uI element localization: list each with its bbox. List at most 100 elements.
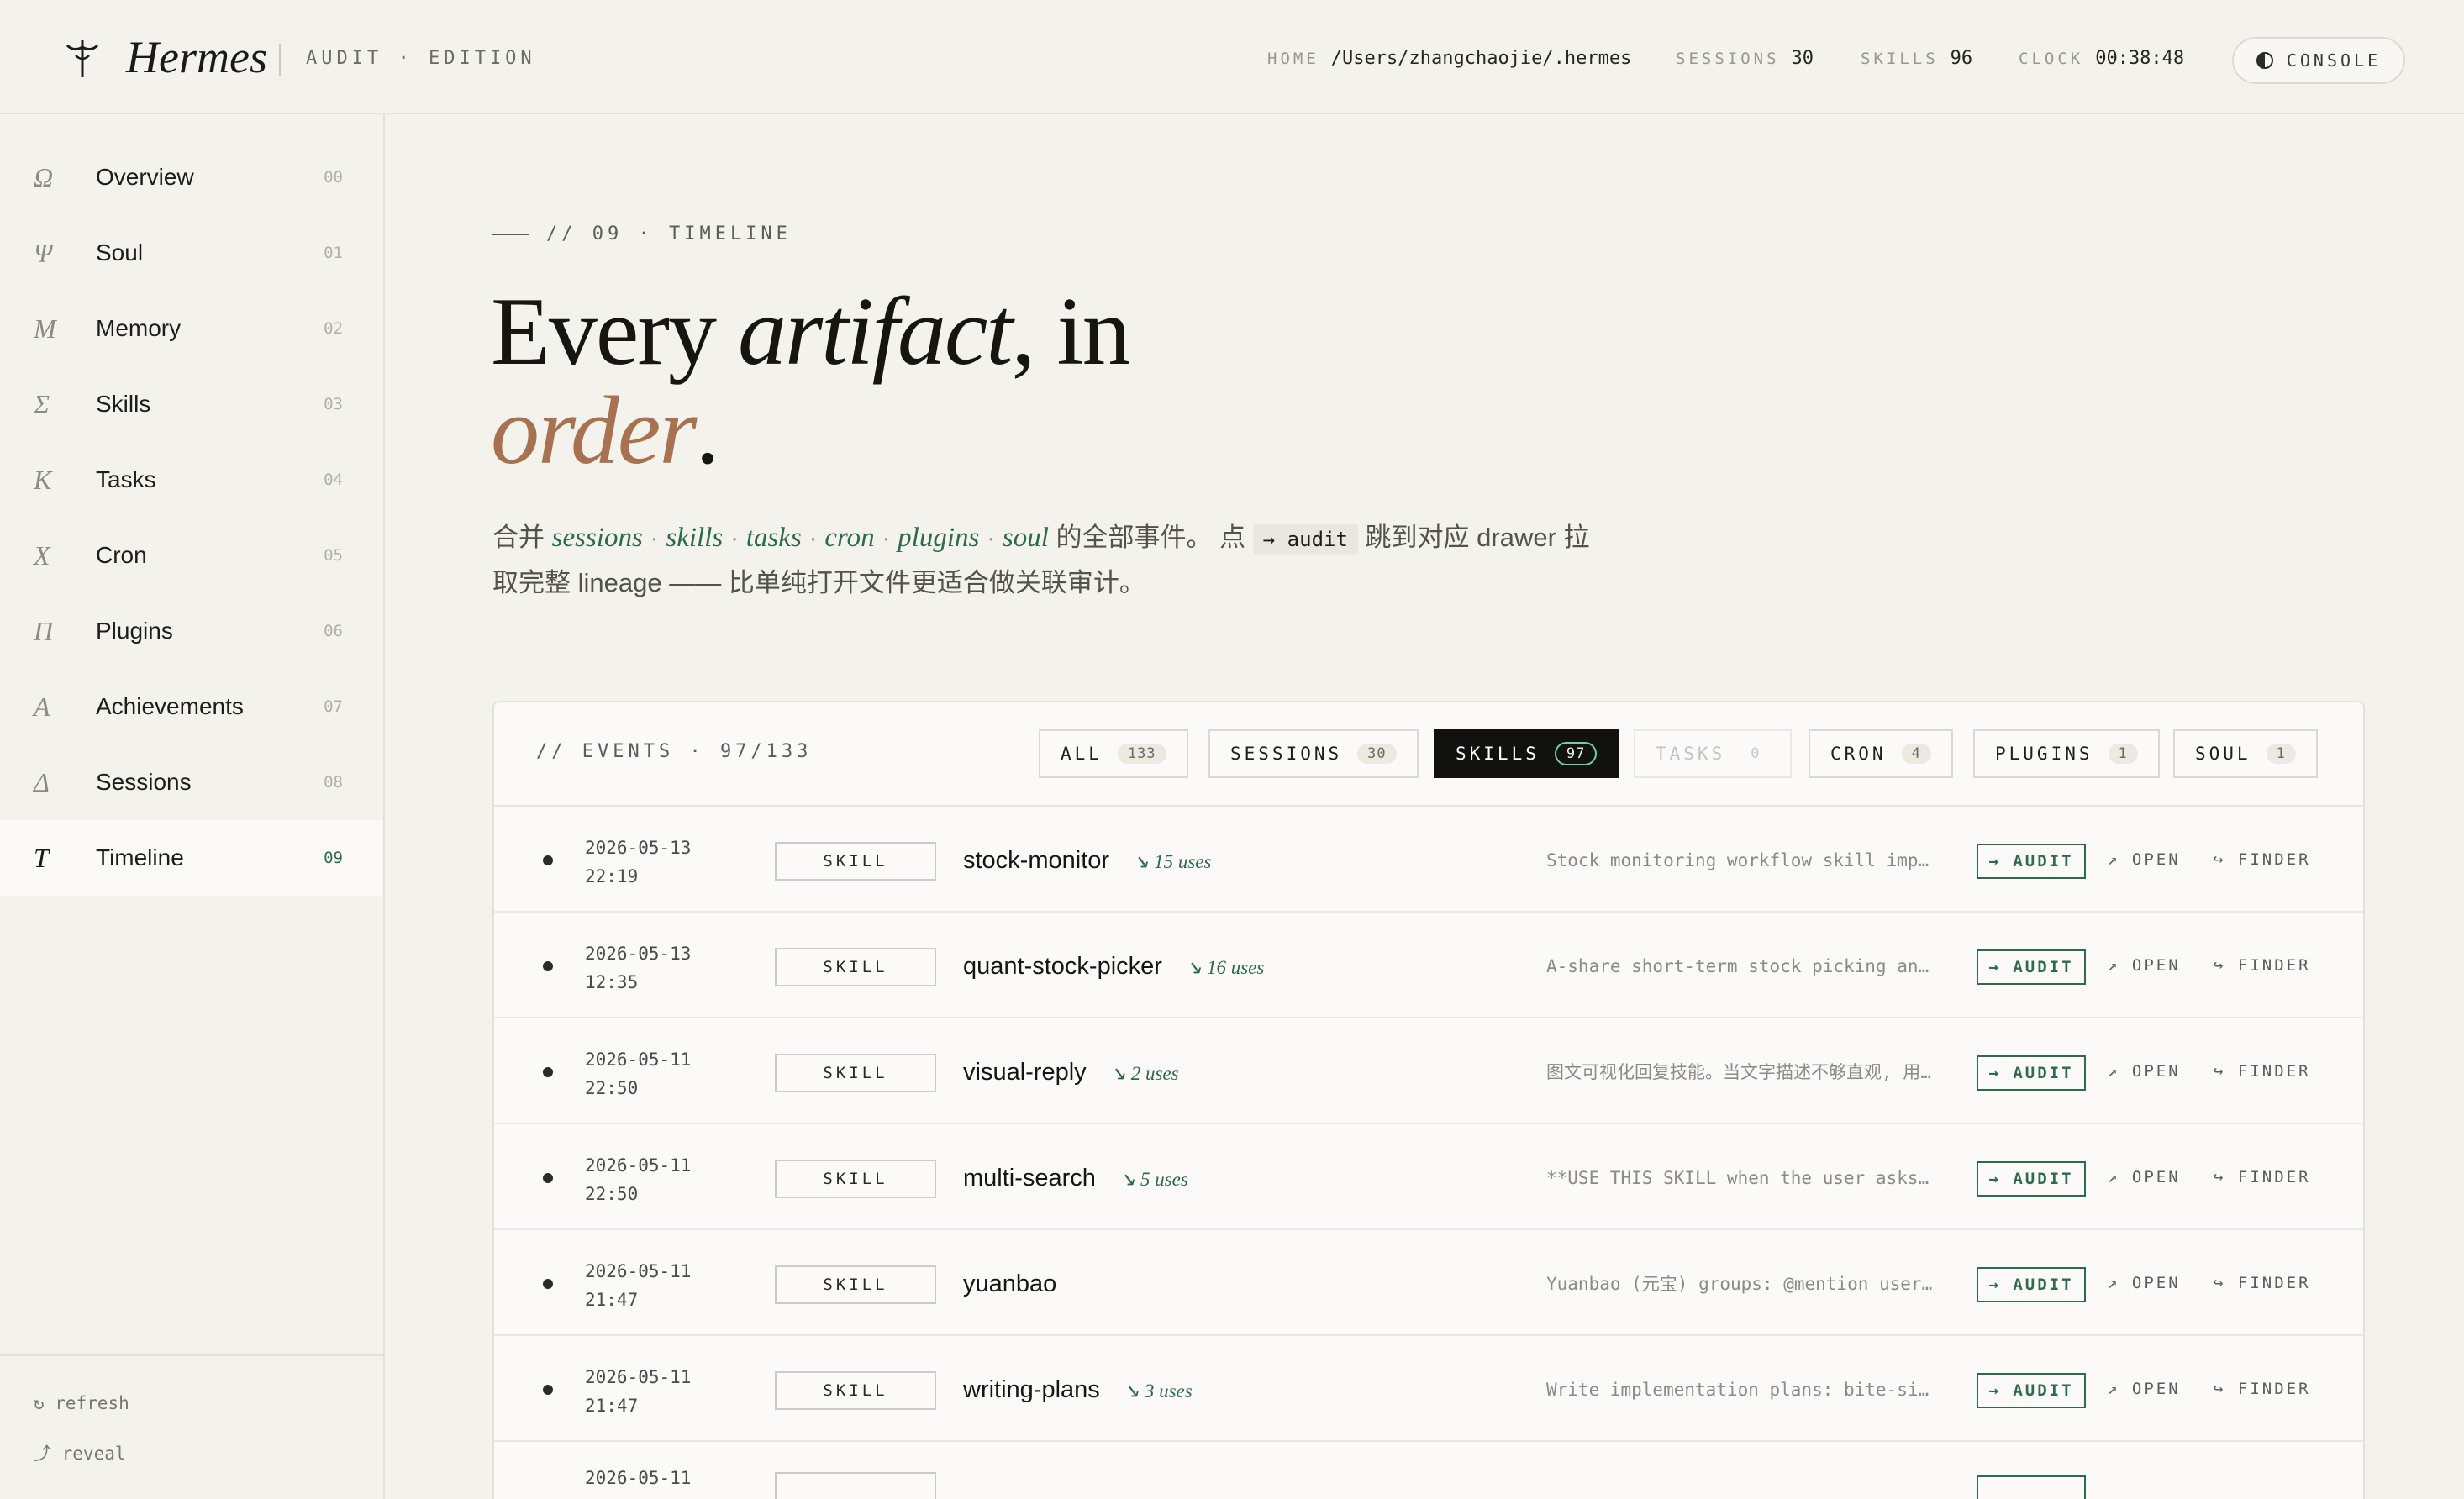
desc-keyword: skills <box>666 523 724 553</box>
event-datetime: 2026-05-11 22:50 <box>585 1151 736 1208</box>
event-row[interactable]: 2026-05-13 22:19 SKILL stock-monitor ↘ 15 … <box>494 807 2363 913</box>
audit-button[interactable]: → AUDIT <box>1977 949 2086 985</box>
sidebar-item-skills[interactable]: Σ Skills 03 <box>0 366 383 442</box>
sidebar-item-label: Cron <box>96 542 147 568</box>
event-date: 2026-05-11 <box>585 1261 692 1281</box>
console-button[interactable]: CONSOLE <box>2232 37 2405 84</box>
finder-button[interactable]: ↪ FINDER <box>2214 1168 2311 1186</box>
reveal-link[interactable]: ⤴ reveal <box>34 1440 126 1465</box>
sidebar: Ω Overview 00 Ψ Soul 01 M Memory 02 Σ Sk… <box>0 114 385 1499</box>
timeline-dot <box>543 855 553 865</box>
event-uses: ↘ 16 uses <box>1185 957 1265 978</box>
brand-divider <box>279 44 281 76</box>
finder-button[interactable]: ↪ FINDER <box>2214 850 2311 869</box>
filter-label: SKILLS <box>1456 744 1540 764</box>
finder-button[interactable]: ↪ FINDER <box>2214 1062 2311 1081</box>
sidebar-item-label: Overview <box>96 164 194 190</box>
event-name: stock-monitor <box>963 847 1110 874</box>
title-part: . <box>695 377 719 485</box>
sidebar-item-tasks[interactable]: K Tasks 04 <box>0 442 383 518</box>
event-uses: ↘ 15 uses <box>1133 851 1212 872</box>
sessions-stat: SESSIONS 30 <box>1676 47 1814 72</box>
desc-separator: · <box>979 523 1003 552</box>
event-name-wrap: stock-monitor ↘ 15 uses <box>963 844 1211 879</box>
event-date: 2026-05-11 <box>585 1468 692 1488</box>
event-row[interactable]: 2026-05-11 21:47 SKILL writing-plans ↘ 3 u… <box>494 1336 2363 1442</box>
filter-tasks[interactable]: TASKS 0 <box>1634 729 1793 778</box>
event-datetime: 2026-05-11 21:47 <box>585 1257 736 1314</box>
event-type-tag: SKILL <box>775 1265 936 1304</box>
filter-sessions[interactable]: SESSIONS 30 <box>1208 729 1419 778</box>
filter-label: SOUL <box>2195 744 2251 764</box>
title-part-italic: artifact <box>737 278 1014 386</box>
audit-button[interactable]: → AUDIT <box>1977 1055 2086 1091</box>
sidebar-item-timeline[interactable]: T Timeline 09 <box>0 820 383 896</box>
audit-button[interactable] <box>1977 1475 2086 1499</box>
sigma-icon: Σ <box>34 388 50 419</box>
event-summary: **USE THIS SKILL when the user asks… <box>1546 1168 1930 1188</box>
desc-keyword: tasks <box>745 523 802 553</box>
event-type-tag: SKILL <box>775 1054 936 1092</box>
open-button[interactable]: ↗ OPEN <box>2108 1062 2181 1081</box>
sidebar-item-sessions[interactable]: Δ Sessions 08 <box>0 744 383 820</box>
sidebar-item-number: 02 <box>324 319 343 338</box>
desc-text: 合并 <box>492 523 552 552</box>
sidebar-item-plugins[interactable]: Π Plugins 06 <box>0 593 383 669</box>
event-date: 2026-05-11 <box>585 1049 692 1070</box>
sidebar-item-achievements[interactable]: A Achievements 07 <box>0 669 383 744</box>
title-part: Every <box>491 278 738 386</box>
filter-all[interactable]: ALL 133 <box>1039 729 1188 778</box>
audit-button[interactable]: → AUDIT <box>1977 1373 2086 1408</box>
refresh-link[interactable]: ↻ refresh <box>34 1393 129 1413</box>
pi-icon: Π <box>34 615 54 646</box>
title-part: , in <box>1011 278 1131 386</box>
filter-skills[interactable]: SKILLS 97 <box>1434 729 1619 778</box>
filter-count: 0 <box>1751 745 1761 762</box>
event-name-wrap: visual-reply ↘ 2 uses <box>963 1055 1179 1091</box>
finder-button[interactable]: ↪ FINDER <box>2214 1380 2311 1398</box>
sidebar-item-number: 00 <box>324 168 343 187</box>
event-name: visual-reply <box>963 1059 1087 1086</box>
console-label: CONSOLE <box>2286 50 2382 71</box>
sidebar-item-overview[interactable]: Ω Overview 00 <box>0 139 383 215</box>
clock-value: 00:38:48 <box>2095 48 2185 69</box>
section-eyebrow: // 09 · TIMELINE <box>492 224 792 245</box>
filter-count: 4 <box>1901 744 1931 764</box>
audit-button[interactable]: → AUDIT <box>1977 844 2086 879</box>
filter-plugins[interactable]: PLUGINS 1 <box>1973 729 2160 778</box>
sessions-label: SESSIONS <box>1676 50 1780 68</box>
sidebar-item-soul[interactable]: Ψ Soul 01 <box>0 215 383 291</box>
event-row[interactable]: 2026-05-11 21:47 SKILL yuanbao Yuanbao (元… <box>494 1230 2363 1336</box>
open-button[interactable]: ↗ OPEN <box>2108 1274 2181 1292</box>
event-datetime: 2026-05-11 22:50 <box>585 1045 736 1102</box>
audit-button[interactable]: → AUDIT <box>1977 1267 2086 1302</box>
event-summary: 图文可视化回复技能。当文字描述不够直观, 用… <box>1546 1062 1931 1082</box>
t-icon: T <box>34 842 49 873</box>
sidebar-item-number: 04 <box>324 471 343 489</box>
desc-keyword: soul <box>1002 523 1049 553</box>
open-button[interactable]: ↗ OPEN <box>2108 1168 2181 1186</box>
event-row[interactable]: 2026-05-11 22:50 SKILL multi-search ↘ 5 us… <box>494 1124 2363 1230</box>
event-type-tag: SKILL <box>775 948 936 986</box>
filter-soul[interactable]: SOUL 1 <box>2173 729 2318 778</box>
event-time: 22:19 <box>585 866 639 886</box>
desc-code: → audit <box>1252 524 1358 555</box>
event-row[interactable]: 2026-05-11 22:50 SKILL visual-reply ↘ 2 us… <box>494 1018 2363 1124</box>
open-button[interactable]: ↗ OPEN <box>2108 850 2181 869</box>
a-icon: A <box>34 691 50 722</box>
event-row[interactable]: 2026-05-13 12:35 SKILL quant-stock-picker… <box>494 913 2363 1018</box>
sidebar-item-memory[interactable]: M Memory 02 <box>0 291 383 366</box>
desc-separator: · <box>801 523 825 552</box>
event-row[interactable]: 2026-05-11 <box>494 1442 2363 1499</box>
event-date: 2026-05-13 <box>585 944 692 964</box>
desc-separator: · <box>642 523 666 552</box>
sidebar-item-label: Skills <box>96 391 151 417</box>
open-button[interactable]: ↗ OPEN <box>2108 1380 2181 1398</box>
finder-button[interactable]: ↪ FINDER <box>2214 956 2311 975</box>
filter-cron[interactable]: CRON 4 <box>1809 729 1953 778</box>
open-button[interactable]: ↗ OPEN <box>2108 956 2181 975</box>
finder-button[interactable]: ↪ FINDER <box>2214 1274 2311 1292</box>
sidebar-item-cron[interactable]: X Cron 05 <box>0 518 383 593</box>
brand-edition: AUDIT · EDITION <box>306 48 536 69</box>
audit-button[interactable]: → AUDIT <box>1977 1161 2086 1197</box>
